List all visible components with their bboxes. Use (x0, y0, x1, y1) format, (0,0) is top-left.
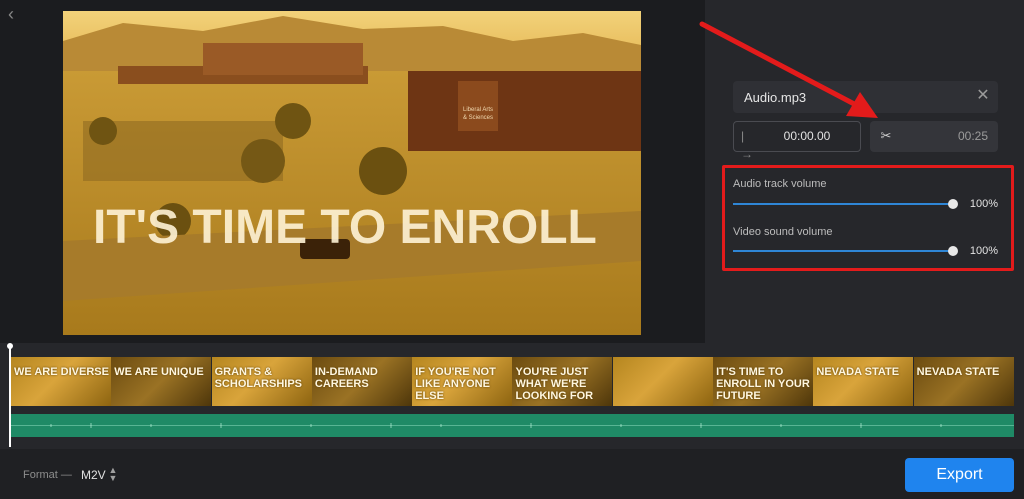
audio-track-volume-label: Audio track volume (733, 178, 827, 190)
timeline-clip[interactable]: IF YOU'RE NOT LIKE ANYONE ELSE (412, 357, 513, 406)
timeline-clip-text: IN-DEMAND CAREERS (314, 366, 378, 390)
audio-track-volume-slider[interactable] (733, 203, 953, 205)
video-sound-volume-slider[interactable] (733, 250, 953, 252)
timeline-clip-text: WE ARE UNIQUE (114, 366, 204, 378)
audio-track-volume-thumb[interactable] (948, 199, 958, 209)
video-preview: IT'S TIME TO ENROLL Liberal Arts & Scien… (63, 11, 641, 335)
audio-track-volume-value: 100% (969, 198, 998, 210)
audio-waveform (11, 423, 1014, 428)
preview-overlay-text: IT'S TIME TO ENROLL (93, 201, 597, 254)
export-button[interactable]: Export (905, 458, 1014, 492)
end-time-value: 00:25 (957, 129, 988, 143)
timeline-clip-text: GRANTS & SCHOLARSHIPS (214, 366, 302, 390)
timeline-clip[interactable]: Nevada State (913, 357, 1014, 406)
timeline-clip[interactable]: GRANTS & SCHOLARSHIPS (211, 357, 312, 406)
timeline-clip[interactable]: YOU'RE JUST WHAT WE'RE LOOKING FOR (512, 357, 613, 406)
timeline-clip-text: WE ARE DIVERSE (14, 366, 109, 378)
start-time-value[interactable]: 00:00.00 (762, 129, 852, 143)
scissors-icon[interactable]: ✂ (878, 127, 894, 145)
video-frame-image: IT'S TIME TO ENROLL Liberal Arts & Scien… (63, 11, 641, 335)
timeline-clip[interactable]: IN-DEMAND CAREERS (311, 357, 412, 406)
trim-start-icon: |→ (741, 129, 753, 161)
bottom-bar (0, 449, 1024, 499)
format-label: Format — (23, 469, 72, 481)
timeline-clip-text: Nevada State (816, 366, 900, 378)
close-icon[interactable]: ✕ (973, 86, 993, 106)
timeline-clip[interactable]: WE ARE DIVERSE (11, 357, 111, 406)
video-sound-volume-label: Video sound volume (733, 226, 833, 238)
timeline-clip-text: IT'S TIME TO ENROLL IN YOUR FUTURE (716, 366, 810, 402)
up-down-chevron-icon[interactable]: ▲ ▼ (108, 466, 118, 483)
format-select[interactable]: M2V (81, 468, 106, 482)
video-sound-volume-value: 100% (969, 245, 998, 257)
timeline-clip-text: IF YOU'RE NOT LIKE ANYONE ELSE (415, 366, 496, 402)
building-sign-line2: & Sciences (463, 115, 493, 121)
timeline-clip[interactable]: IT'S TIME TO ENROLL IN YOUR FUTURE (713, 357, 814, 406)
timeline-clip[interactable]: WE ARE UNIQUE (111, 357, 212, 406)
video-track[interactable]: WE ARE DIVERSE WE ARE UNIQUE GRANTS & SCHO… (11, 357, 1014, 406)
video-sound-volume-thumb[interactable] (948, 246, 958, 256)
timeline-clip[interactable] (612, 357, 713, 406)
back-chevron-icon[interactable]: ‹ (8, 4, 28, 24)
building-sign-line1: Liberal Arts (463, 107, 493, 113)
audio-filename: Audio.mp3 (744, 90, 807, 105)
timeline-clip-text: YOU'RE JUST WHAT WE'RE LOOKING FOR (515, 366, 594, 402)
timeline-clip-text: Nevada State (916, 366, 1000, 378)
playhead[interactable] (9, 345, 11, 447)
timeline-clip[interactable]: Nevada State (813, 357, 914, 406)
